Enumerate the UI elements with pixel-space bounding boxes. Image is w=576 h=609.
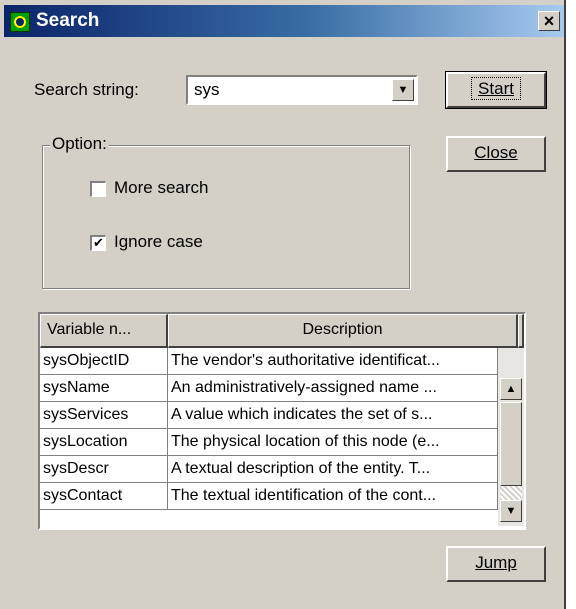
table-row[interactable]: sysLocation The physical location of thi… (40, 429, 498, 456)
more-search-checkbox[interactable] (90, 181, 106, 197)
start-button[interactable]: Start (445, 71, 547, 109)
description-cell[interactable]: The vendor's authoritative identificat..… (168, 348, 498, 375)
variable-cell[interactable]: sysDescr (40, 456, 168, 483)
scroll-up-icon[interactable]: ▲ (500, 378, 522, 400)
scrollbar-track[interactable] (500, 486, 522, 500)
column-header-variable[interactable]: Variable n... (40, 314, 168, 348)
table-row[interactable]: sysServices A value which indicates the … (40, 402, 498, 429)
variable-cell[interactable]: sysName (40, 375, 168, 402)
jump-button-label: Jump (475, 553, 517, 572)
close-button[interactable]: Close (446, 136, 546, 172)
column-header-filler (518, 314, 524, 348)
variable-cell[interactable]: sysLocation (40, 429, 168, 456)
more-search-label[interactable]: More search (114, 178, 208, 198)
description-cell[interactable]: The textual identification of the cont..… (168, 483, 498, 510)
variable-cell[interactable]: sysObjectID (40, 348, 168, 375)
option-groupbox (42, 145, 410, 289)
window-title: Search (36, 10, 100, 31)
close-button-label: Close (474, 143, 518, 162)
table-row[interactable]: sysName An administratively-assigned nam… (40, 375, 498, 402)
search-string-combobox[interactable]: sys ▼ (186, 75, 418, 105)
scrollbar-thumb[interactable] (500, 402, 522, 486)
description-cell[interactable]: A value which indicates the set of s... (168, 402, 498, 429)
description-cell[interactable]: An administratively-assigned name ... (168, 375, 498, 402)
title-bar[interactable]: Search × (4, 5, 564, 37)
table-row[interactable]: sysContact The textual identification of… (40, 483, 498, 510)
results-table[interactable]: Variable n... Description sysObjectID Th… (38, 312, 526, 530)
table-row[interactable]: sysDescr A textual description of the en… (40, 456, 498, 483)
vertical-scrollbar[interactable]: ▲ ▼ (498, 348, 524, 526)
description-cell[interactable]: The physical location of this node (e... (168, 429, 498, 456)
scroll-down-icon[interactable]: ▼ (500, 500, 522, 522)
search-dialog: Search × Search string: sys ▼ Start Clos… (0, 0, 566, 609)
column-header-description[interactable]: Description (168, 314, 518, 348)
table-header: Variable n... Description (40, 314, 524, 348)
app-icon (10, 12, 30, 32)
option-group-label: Option: (50, 134, 109, 154)
table-row[interactable]: sysObjectID The vendor's authoritative i… (40, 348, 498, 375)
close-window-button[interactable]: × (538, 11, 560, 31)
ignore-case-label[interactable]: Ignore case (114, 232, 203, 252)
description-cell[interactable]: A textual description of the entity. T..… (168, 456, 498, 483)
jump-button[interactable]: Jump (446, 546, 546, 582)
variable-cell[interactable]: sysServices (40, 402, 168, 429)
chevron-down-icon[interactable]: ▼ (392, 79, 414, 101)
close-icon: × (543, 11, 555, 31)
search-string-value[interactable]: sys (194, 80, 220, 100)
search-string-label: Search string: (34, 80, 139, 99)
ignore-case-checkbox[interactable]: ✔ (90, 235, 106, 251)
start-button-label: Start (471, 77, 521, 100)
variable-cell[interactable]: sysContact (40, 483, 168, 510)
